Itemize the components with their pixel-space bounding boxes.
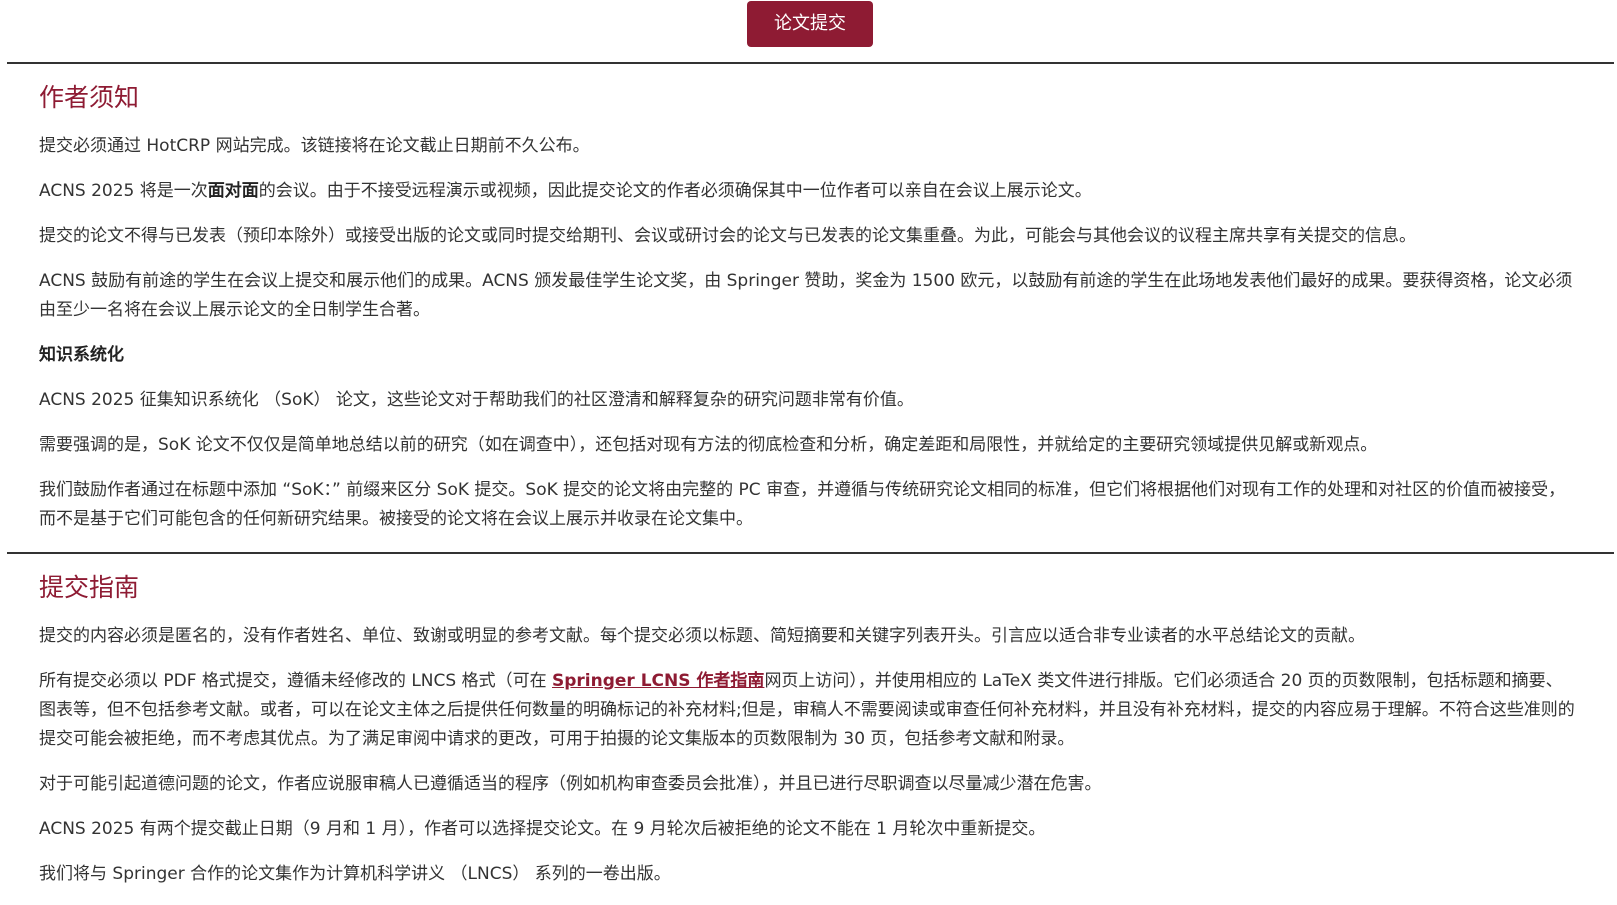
section-divider: [7, 552, 1614, 554]
hotcrp-paragraph: 提交必须通过 HotCRP 网站完成。该链接将在论文截止日期前不久公布。: [39, 136, 590, 156]
deadlines-paragraph: ACNS 2025 有两个提交截止日期（9 月和 1 月），作者可以选择提交论文…: [39, 819, 1046, 839]
sok-heading: 知识系统化: [39, 345, 124, 365]
anonymity-paragraph: 提交的内容必须是匿名的，没有作者姓名、单位、致谢或明显的参考文献。每个提交必须以…: [39, 626, 1365, 646]
paper-submission-button[interactable]: 论文提交: [747, 1, 873, 47]
sok-emphasis-paragraph: 需要强调的是，SoK 论文不仅仅是简单地总结以前的研究（如在调查中），还包括对现…: [39, 435, 1378, 455]
author-notice-title: 作者须知: [39, 83, 140, 112]
guidelines-title: 提交指南: [39, 573, 140, 602]
submission-guidelines-section: 提交指南 提交的内容必须是匿名的，没有作者姓名、单位、致谢或明显的参考文献。每个…: [39, 568, 1579, 905]
in-person-text-post: 的会议。由于不接受远程演示或视频，因此提交论文的作者必须确保其中一位作者可以亲自…: [258, 181, 1092, 201]
sok-call-paragraph: ACNS 2025 征集知识系统化 （SoK） 论文，这些论文对于帮助我们的社区…: [39, 390, 914, 410]
format-text-pre: 所有提交必须以 PDF 格式提交，遵循未经修改的 LNCS 格式（可在: [39, 671, 552, 691]
in-person-paragraph: ACNS 2025 将是一次面对面的会议。由于不接受远程演示或视频，因此提交论文…: [39, 177, 1579, 206]
student-award-paragraph: ACNS 鼓励有前途的学生在会议上提交和展示他们的成果。ACNS 颁发最佳学生论…: [39, 271, 1573, 320]
in-person-text-pre: ACNS 2025 将是一次: [39, 181, 208, 201]
springer-author-guide-link[interactable]: Springer LCNS 作者指南: [552, 671, 764, 691]
overlap-paragraph: 提交的论文不得与已发表（预印本除外）或接受出版的论文或同时提交给期刊、会议或研讨…: [39, 226, 1416, 246]
in-person-emphasis: 面对面: [207, 181, 259, 201]
format-paragraph: 所有提交必须以 PDF 格式提交，遵循未经修改的 LNCS 格式（可在 Spri…: [39, 667, 1579, 754]
author-notice-section: 作者须知 提交必须通过 HotCRP 网站完成。该链接将在论文截止日期前不久公布…: [39, 78, 1579, 550]
sok-prefix-paragraph: 我们鼓励作者通过在标题中添加 “SoK：” 前缀来区分 SoK 提交。SoK 提…: [39, 480, 1566, 529]
section-divider: [7, 62, 1614, 64]
top-bar: 论文提交: [0, 0, 1617, 62]
ethics-paragraph: 对于可能引起道德问题的论文，作者应说服审稿人已遵循适当的程序（例如机构审查委员会…: [39, 774, 1102, 794]
